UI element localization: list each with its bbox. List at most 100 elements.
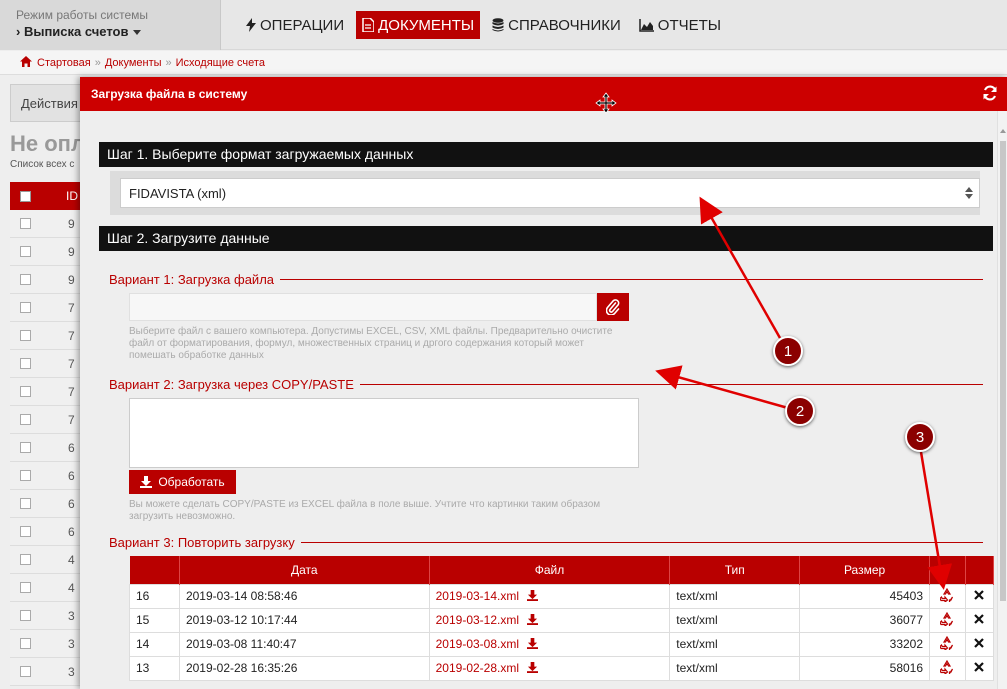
move-cursor-icon — [595, 92, 617, 114]
nav-reports-label: ОТЧЕТЫ — [657, 16, 722, 34]
modal-header[interactable]: Загрузка файла в систему — [80, 77, 1007, 114]
breadcrumb-home[interactable]: Стартовая — [37, 57, 91, 69]
recycle-icon[interactable] — [939, 611, 954, 627]
row-checkbox[interactable] — [20, 610, 31, 621]
upload-file-link[interactable]: 2019-02-28.xml — [436, 661, 519, 675]
invoice-row[interactable]: 7 — [10, 406, 80, 434]
close-icon[interactable] — [974, 614, 985, 624]
invoices-table: ID 9 9 9 7 7 7 7 7 6 6 6 6 4 4 3 3 3 — [10, 182, 80, 686]
step2-header: Шаг 2. Загрузите данные — [99, 226, 993, 251]
row-checkbox[interactable] — [20, 330, 31, 341]
close-icon[interactable] — [974, 638, 985, 648]
recycle-icon[interactable] — [939, 659, 954, 675]
download-icon[interactable] — [527, 590, 539, 601]
recycle-icon[interactable] — [939, 635, 954, 651]
actions-button[interactable]: Действия — [10, 84, 90, 122]
upload-file-cell: 2019-03-14.xml — [428, 583, 671, 609]
column-header-type: Тип — [669, 556, 801, 584]
upload-history-body: 16 2019-03-14 08:58:46 2019-03-14.xml text/… — [129, 583, 995, 681]
row-checkbox[interactable] — [20, 666, 31, 677]
database-icon — [492, 18, 504, 32]
upload-date: 2019-02-28 16:35:26 — [178, 655, 430, 681]
row-checkbox[interactable] — [20, 498, 31, 509]
annotation-badge-3: 3 — [905, 422, 935, 452]
upload-file-link[interactable]: 2019-03-12.xml — [436, 613, 519, 627]
invoice-row[interactable]: 6 — [10, 518, 80, 546]
invoice-row[interactable]: 6 — [10, 434, 80, 462]
row-checkbox[interactable] — [20, 442, 31, 453]
breadcrumb: Стартовая» Документы» Исходящие счета — [0, 51, 1007, 75]
paste-textarea[interactable] — [129, 398, 639, 468]
upload-file-cell: 2019-03-08.xml — [428, 631, 671, 657]
row-id: 6 — [68, 496, 75, 511]
file-path-input[interactable] — [129, 293, 597, 321]
breadcrumb-outgoing-invoices[interactable]: Исходящие счета — [176, 57, 265, 69]
row-checkbox[interactable] — [20, 274, 31, 285]
row-checkbox[interactable] — [20, 526, 31, 537]
attach-file-button[interactable] — [597, 293, 629, 321]
row-checkbox[interactable] — [20, 470, 31, 481]
invoice-row[interactable]: 9 — [10, 210, 80, 238]
invoice-row[interactable]: 7 — [10, 322, 80, 350]
upload-date: 2019-03-14 08:58:46 — [178, 583, 430, 609]
upload-type: text/xml — [669, 655, 801, 681]
row-checkbox[interactable] — [20, 246, 31, 257]
process-button-label: Обработать — [158, 475, 225, 489]
row-checkbox[interactable] — [20, 554, 31, 565]
invoice-row[interactable]: 7 — [10, 350, 80, 378]
invoice-row[interactable]: 3 — [10, 658, 80, 686]
row-checkbox[interactable] — [20, 358, 31, 369]
invoice-row[interactable]: 3 — [10, 630, 80, 658]
invoice-row[interactable]: 7 — [10, 294, 80, 322]
nav-documents[interactable]: ДОКУМЕНТЫ — [356, 11, 481, 39]
invoice-row[interactable]: 9 — [10, 266, 80, 294]
reload-cell — [929, 655, 966, 681]
process-button[interactable]: Обработать — [129, 470, 236, 494]
format-select[interactable]: FIDAVISTA (xml) — [120, 178, 980, 208]
invoice-row[interactable]: 9 — [10, 238, 80, 266]
download-icon[interactable] — [527, 662, 539, 673]
nav-reports[interactable]: ОТЧЕТЫ — [633, 11, 727, 39]
caret-down-icon — [132, 30, 141, 36]
upload-id: 16 — [129, 583, 180, 609]
row-checkbox[interactable] — [20, 582, 31, 593]
invoice-row[interactable]: 7 — [10, 378, 80, 406]
invoice-row[interactable]: 3 — [10, 602, 80, 630]
scroll-thumb[interactable] — [1000, 141, 1006, 601]
download-icon[interactable] — [527, 614, 539, 625]
download-icon — [140, 476, 153, 488]
system-mode-selector[interactable]: Режим работы системы › Выписка счетов — [0, 0, 221, 50]
system-mode-label: Выписка счетов — [23, 24, 129, 39]
invoices-table-header: ID — [10, 182, 80, 210]
invoice-row[interactable]: 4 — [10, 546, 80, 574]
close-icon[interactable] — [974, 590, 985, 600]
row-checkbox[interactable] — [20, 638, 31, 649]
row-checkbox[interactable] — [20, 218, 31, 229]
scroll-up-arrow-icon[interactable] — [1000, 129, 1006, 133]
modal-scrollbar[interactable] — [997, 111, 1007, 689]
upload-file-link[interactable]: 2019-03-08.xml — [436, 637, 519, 651]
breadcrumb-documents[interactable]: Документы — [105, 57, 162, 69]
select-all-checkbox[interactable] — [20, 190, 31, 202]
reload-cell — [929, 607, 966, 633]
invoice-row[interactable]: 4 — [10, 574, 80, 602]
nav-operations[interactable]: ОПЕРАЦИИ — [240, 11, 350, 39]
home-icon — [20, 56, 32, 67]
invoice-row[interactable]: 6 — [10, 490, 80, 518]
refresh-icon[interactable] — [982, 85, 998, 101]
row-checkbox[interactable] — [20, 386, 31, 397]
column-header-date: Дата — [179, 556, 430, 584]
invoice-row[interactable]: 6 — [10, 462, 80, 490]
format-select-value: FIDAVISTA (xml) — [129, 186, 227, 201]
nav-references[interactable]: СПРАВОЧНИКИ — [486, 11, 627, 39]
row-checkbox[interactable] — [20, 302, 31, 313]
close-icon[interactable] — [974, 662, 985, 672]
row-checkbox[interactable] — [20, 414, 31, 425]
download-icon[interactable] — [527, 638, 539, 649]
row-id: 9 — [68, 216, 75, 231]
system-mode-value[interactable]: › Выписка счетов — [16, 24, 220, 39]
upload-file-link[interactable]: 2019-03-14.xml — [436, 589, 519, 603]
variant2-hint: Вы можете сделать COPY/PASTE из EXCEL фа… — [129, 499, 601, 522]
column-header-delete — [965, 556, 995, 584]
recycle-icon[interactable] — [939, 587, 954, 603]
